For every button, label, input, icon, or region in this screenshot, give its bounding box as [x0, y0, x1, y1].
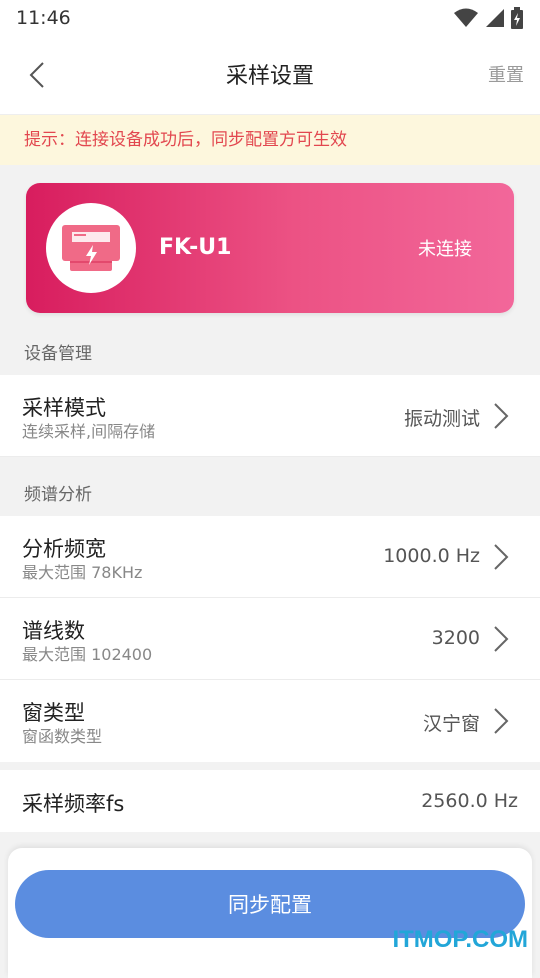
row-sampling-mode[interactable]: 采样模式 连续采样,间隔存储 振动测试: [0, 375, 540, 457]
watermark: ITMOP.COM: [392, 926, 528, 953]
row-label: 采样频率fs: [22, 792, 125, 816]
cell-signal-icon: [486, 9, 504, 27]
row-sublabel: 连续采样,间隔存储: [22, 422, 156, 441]
row-sublabel: 最大范围 102400: [22, 645, 153, 664]
device-status: 未连接: [418, 239, 472, 260]
device-avatar: [46, 203, 136, 293]
chevron-right-icon: [494, 544, 509, 570]
chevron-right-icon: [494, 403, 509, 429]
chevron-right-icon: [494, 626, 509, 652]
row-analysis-bandwidth[interactable]: 分析频宽 最大范围 78KHz 1000.0 Hz: [0, 516, 540, 598]
chevron-right-icon: [494, 708, 509, 734]
status-icons: [454, 7, 524, 29]
wifi-icon: [454, 8, 478, 27]
row-value: 汉宁窗: [422, 713, 480, 735]
app-bar: 采样设置 重置: [0, 36, 540, 115]
row-window-type[interactable]: 窗类型 窗函数类型 汉宁窗: [0, 680, 540, 762]
row-value: 3200: [431, 627, 480, 649]
device-card[interactable]: FK-U1 未连接: [26, 183, 514, 313]
status-bar: 11:46: [0, 0, 540, 36]
device-name: FK-U1: [159, 235, 232, 260]
row-spectral-lines[interactable]: 谱线数 最大范围 102400 3200: [0, 598, 540, 680]
section-spectrum-analysis: 频谱分析: [24, 485, 92, 505]
row-sampling-frequency: 采样频率fs 2560.0 Hz: [0, 770, 540, 832]
electric-meter-icon: [62, 225, 120, 271]
row-sublabel: 最大范围 78KHz: [22, 563, 143, 582]
reset-button[interactable]: 重置: [488, 61, 524, 87]
section-device-management: 设备管理: [24, 344, 92, 364]
tip-banner: 提示：连接设备成功后，同步配置方可生效: [0, 115, 540, 165]
battery-icon: [511, 7, 523, 29]
page-title: 采样设置: [225, 64, 314, 89]
divider: [0, 456, 540, 457]
status-time: 11:46: [16, 7, 71, 29]
row-value: 2560.0 Hz: [421, 790, 518, 812]
row-sublabel: 窗函数类型: [22, 727, 103, 746]
row-value: 振动测试: [403, 408, 480, 430]
row-value: 1000.0 Hz: [383, 545, 480, 567]
